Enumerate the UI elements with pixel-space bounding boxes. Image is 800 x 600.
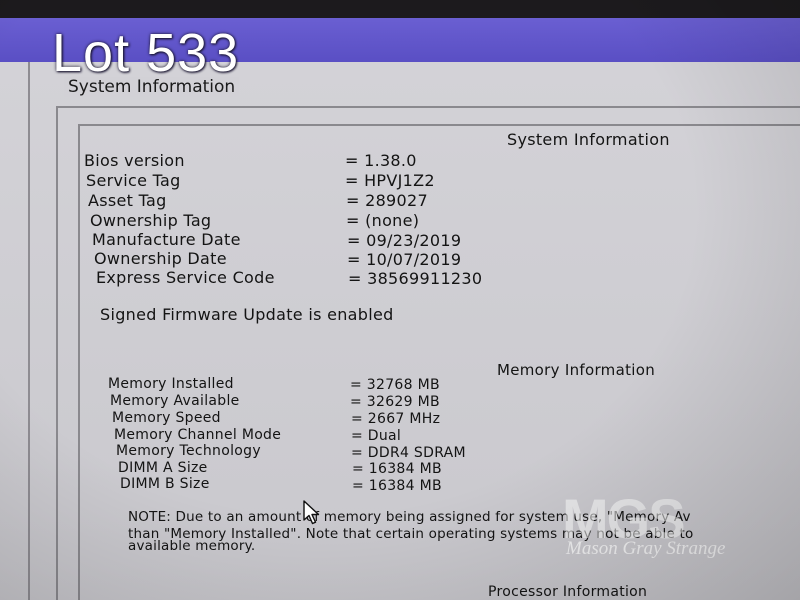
row-value: = 1.38.0	[345, 151, 417, 170]
row-label: Manufacture Date	[92, 230, 241, 249]
row-label: Memory Installed	[108, 376, 234, 392]
row-label: Memory Technology	[116, 443, 261, 459]
row-label: DIMM B Size	[120, 476, 210, 492]
row-label: Memory Speed	[112, 410, 221, 426]
system-information-heading: System Information	[507, 130, 670, 149]
row-value: = DDR4 SDRAM	[351, 445, 466, 461]
row-label: Express Service Code	[96, 268, 275, 287]
processor-information-heading: Processor Information	[488, 584, 648, 600]
row-value: = 32629 MB	[350, 394, 440, 410]
row-label: Memory Available	[110, 393, 240, 409]
row-value: = (none)	[346, 211, 420, 230]
row-label: Ownership Tag	[90, 211, 212, 230]
mouse-pointer-icon	[303, 500, 320, 525]
row-value: = 10/07/2019	[347, 250, 462, 269]
row-value: = 16384 MB	[352, 461, 442, 477]
row-label: Memory Channel Mode	[114, 427, 282, 443]
row-label: Bios version	[84, 151, 185, 170]
row-value: = 2667 MHz	[351, 411, 441, 427]
row-value: = Dual	[351, 428, 402, 444]
row-label: Ownership Date	[94, 249, 227, 268]
row-value: = 289027	[346, 191, 428, 210]
firmware-update-status: Signed Firmware Update is enabled	[100, 305, 394, 324]
row-value: = 16384 MB	[352, 478, 442, 494]
memory-information-heading: Memory Information	[497, 361, 655, 379]
watermark-name: Mason Gray Strange	[566, 538, 726, 559]
row-value: = HPVJ1Z2	[345, 171, 435, 190]
row-value: = 09/23/2019	[347, 231, 462, 250]
settings-tree-pane[interactable]	[0, 62, 30, 600]
lot-label: Lot 533	[52, 23, 240, 83]
row-value: = 38569911230	[348, 269, 483, 288]
row-label: Asset Tag	[88, 191, 167, 210]
row-value: = 32768 MB	[350, 377, 440, 393]
row-label: Service Tag	[86, 171, 181, 190]
note-line: available memory.	[128, 538, 256, 554]
row-label: DIMM A Size	[118, 460, 208, 476]
